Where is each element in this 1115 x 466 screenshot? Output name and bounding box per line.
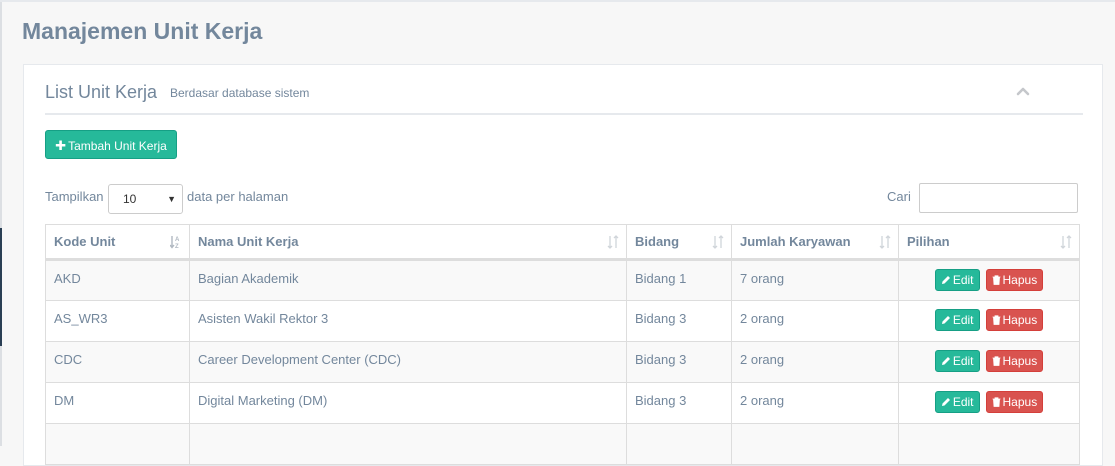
delete-label: Hapus bbox=[1002, 395, 1038, 409]
column-header-pilihan[interactable]: Pilihan bbox=[898, 224, 1080, 261]
cell-jumlah: 2 orang bbox=[731, 341, 899, 383]
column-header-jumlah[interactable]: Jumlah Karyawan bbox=[731, 224, 899, 261]
edit-button[interactable]: Edit bbox=[934, 309, 980, 331]
cell-bidang: Bidang 3 bbox=[626, 341, 732, 383]
table-row: CDC Career Development Center (CDC) Bida… bbox=[45, 341, 1080, 383]
column-label: Jumlah Karyawan bbox=[740, 234, 851, 249]
unit-table: Kode Unit AZ Nama Unit Kerja Bidang Juml… bbox=[45, 224, 1080, 465]
pencil-icon bbox=[941, 398, 950, 406]
panel-header: List Unit Kerja Berdasar database sistem bbox=[45, 77, 1083, 115]
sort-alpha-asc-icon: AZ bbox=[169, 235, 182, 250]
cell-actions: Edit Hapus bbox=[898, 300, 1080, 342]
delete-button[interactable]: Hapus bbox=[985, 309, 1044, 331]
cell-kode: CDC bbox=[45, 341, 190, 383]
cell-nama: Bagian Akademik bbox=[189, 259, 627, 301]
caret-down-icon: ▼ bbox=[167, 194, 176, 204]
table-row: AKD Bagian Akademik Bidang 1 7 orang Edi… bbox=[45, 259, 1080, 301]
add-unit-button[interactable]: ✚ Tambah Unit Kerja bbox=[45, 130, 177, 159]
delete-label: Hapus bbox=[1002, 354, 1038, 368]
cell-actions: Edit Hapus bbox=[898, 259, 1080, 301]
cell-kode: DM bbox=[45, 382, 190, 424]
trash-icon bbox=[992, 397, 1000, 407]
length-suffix: data per halaman bbox=[187, 189, 289, 204]
table-row bbox=[45, 423, 1080, 465]
pencil-icon bbox=[941, 357, 950, 365]
edit-label: Edit bbox=[952, 395, 974, 409]
length-prefix: Tampilkan bbox=[45, 189, 104, 204]
top-border bbox=[0, 0, 1115, 2]
column-label: Kode Unit bbox=[54, 234, 116, 249]
sort-icon bbox=[1060, 235, 1072, 249]
delete-button[interactable]: Hapus bbox=[985, 269, 1044, 291]
cell-bidang: Bidang 3 bbox=[626, 300, 732, 342]
delete-label: Hapus bbox=[1002, 273, 1038, 287]
delete-button[interactable]: Hapus bbox=[985, 391, 1044, 413]
cell-bidang bbox=[626, 423, 732, 465]
cell-nama: Asisten Wakil Rektor 3 bbox=[189, 300, 627, 342]
column-label: Bidang bbox=[635, 234, 680, 249]
cell-jumlah bbox=[731, 423, 899, 465]
cell-jumlah: 2 orang bbox=[731, 382, 899, 424]
cell-nama bbox=[189, 423, 627, 465]
cell-bidang: Bidang 1 bbox=[626, 259, 732, 301]
page-length-select[interactable]: 10 ▼ bbox=[108, 184, 183, 214]
delete-label: Hapus bbox=[1002, 313, 1038, 327]
panel-subtitle: Berdasar database sistem bbox=[170, 86, 310, 100]
left-edge bbox=[0, 0, 2, 446]
edit-label: Edit bbox=[952, 273, 974, 287]
edit-button[interactable]: Edit bbox=[934, 350, 980, 372]
search-input[interactable] bbox=[919, 183, 1078, 213]
cell-kode: AS_WR3 bbox=[45, 300, 190, 342]
column-header-kode[interactable]: Kode Unit AZ bbox=[45, 224, 190, 261]
pencil-icon bbox=[941, 316, 950, 324]
svg-text:A: A bbox=[175, 237, 180, 243]
column-label: Pilihan bbox=[907, 234, 950, 249]
page-length-value: 10 bbox=[123, 192, 137, 206]
cell-kode: AKD bbox=[45, 259, 190, 301]
cell-jumlah: 2 orang bbox=[731, 300, 899, 342]
edit-button[interactable]: Edit bbox=[934, 269, 980, 291]
cell-bidang: Bidang 3 bbox=[626, 382, 732, 424]
delete-button[interactable]: Hapus bbox=[985, 350, 1044, 372]
search-label: Cari bbox=[887, 189, 911, 204]
list-panel: List Unit Kerja Berdasar database sistem… bbox=[23, 64, 1103, 466]
edit-button[interactable]: Edit bbox=[934, 391, 980, 413]
svg-text:Z: Z bbox=[175, 244, 179, 249]
table-row: AS_WR3 Asisten Wakil Rektor 3 Bidang 3 2… bbox=[45, 300, 1080, 342]
cell-actions: Edit Hapus bbox=[898, 382, 1080, 424]
edit-label: Edit bbox=[952, 313, 974, 327]
cell-jumlah: 7 orang bbox=[731, 259, 899, 301]
sort-icon bbox=[607, 235, 619, 249]
table-row: DM Digital Marketing (DM) Bidang 3 2 ora… bbox=[45, 382, 1080, 424]
left-edge-accent bbox=[0, 228, 2, 346]
trash-icon bbox=[992, 356, 1000, 366]
trash-icon bbox=[992, 315, 1000, 325]
column-header-bidang[interactable]: Bidang bbox=[626, 224, 732, 261]
sort-icon bbox=[712, 235, 724, 249]
cell-actions bbox=[898, 423, 1080, 465]
cell-nama: Career Development Center (CDC) bbox=[189, 341, 627, 383]
trash-icon bbox=[992, 275, 1000, 285]
add-unit-label: Tambah Unit Kerja bbox=[68, 139, 167, 153]
cell-actions: Edit Hapus bbox=[898, 341, 1080, 383]
pencil-icon bbox=[941, 276, 950, 284]
cell-kode bbox=[45, 423, 190, 465]
page-title: Manajemen Unit Kerja bbox=[22, 18, 263, 44]
column-label: Nama Unit Kerja bbox=[198, 234, 299, 249]
panel-title: List Unit Kerja bbox=[45, 82, 158, 102]
sort-icon bbox=[879, 235, 891, 249]
cell-nama: Digital Marketing (DM) bbox=[189, 382, 627, 424]
plus-icon: ✚ bbox=[55, 138, 67, 153]
edit-label: Edit bbox=[952, 354, 974, 368]
chevron-up-icon[interactable] bbox=[1013, 81, 1033, 101]
column-header-nama[interactable]: Nama Unit Kerja bbox=[189, 224, 627, 261]
table-header-row: Kode Unit AZ Nama Unit Kerja Bidang Juml… bbox=[45, 224, 1080, 261]
